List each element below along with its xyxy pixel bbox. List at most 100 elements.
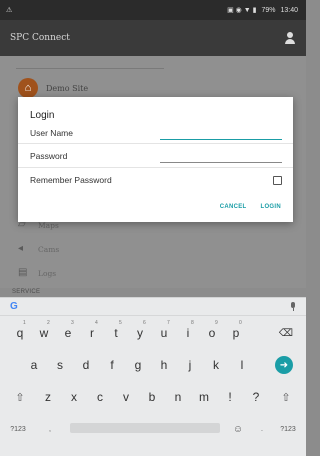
site-row[interactable]: ⌂ Demo Site xyxy=(18,78,88,98)
suggestion-strip: G xyxy=(0,298,306,316)
username-row: User Name xyxy=(30,123,282,143)
dialog-title: Login xyxy=(30,110,55,121)
keyboard-row-2: a s d f g h j k l ➜ xyxy=(0,350,306,380)
key-label: ? xyxy=(252,390,260,404)
key-c[interactable]: c xyxy=(86,382,114,412)
key-label: q xyxy=(16,326,24,340)
key-label: h xyxy=(160,358,168,372)
person-icon[interactable] xyxy=(284,32,296,44)
key-label: j xyxy=(188,358,192,372)
key-p[interactable]: p0 xyxy=(222,318,250,348)
key-label: v xyxy=(123,390,129,404)
divider xyxy=(18,167,293,168)
cancel-button[interactable]: CANCEL xyxy=(220,204,247,210)
clock: 13:40 xyxy=(280,6,298,14)
key-label: p xyxy=(232,326,240,340)
key-label: n xyxy=(174,390,182,404)
key-hint: 0 xyxy=(239,320,242,326)
symbols-key-right[interactable]: ?123 xyxy=(274,414,302,444)
login-button[interactable]: LOGIN xyxy=(261,204,282,210)
key-label: s xyxy=(57,358,63,372)
key-a[interactable]: a xyxy=(20,350,48,380)
key-f[interactable]: f xyxy=(98,350,126,380)
key-label: o xyxy=(208,326,216,340)
enter-arrow-icon: ➜ xyxy=(275,356,293,374)
menu-item-label: Logs xyxy=(38,268,57,278)
enter-key[interactable]: ➜ xyxy=(270,350,298,380)
key-k[interactable]: k xyxy=(202,350,230,380)
menu-item-cams[interactable]: ◂ Cams xyxy=(18,244,59,254)
key-z[interactable]: z xyxy=(34,382,62,412)
key-label: ?123 xyxy=(280,425,296,433)
password-row: Password xyxy=(30,146,282,166)
username-input[interactable] xyxy=(160,126,282,140)
key-m[interactable]: m xyxy=(190,382,218,412)
keyboard-row-3: ⇧ z x c v b n m ! ? ⇧ xyxy=(0,382,306,412)
password-input[interactable] xyxy=(160,149,282,163)
key-label: c xyxy=(97,390,103,404)
remember-row: Remember Password xyxy=(30,170,282,190)
password-label: Password xyxy=(30,151,68,161)
key-d[interactable]: d xyxy=(72,350,100,380)
key-label: a xyxy=(30,358,38,372)
key-x[interactable]: x xyxy=(60,382,88,412)
camera-icon: ◂ xyxy=(18,243,24,254)
section-label: SERVICE xyxy=(12,289,41,295)
key-h[interactable]: h xyxy=(150,350,178,380)
signal-icons: ▣ ◉ ▼ ▮ xyxy=(227,7,257,14)
shift-key[interactable]: ⇧ xyxy=(6,382,34,412)
key-label: w xyxy=(39,326,49,340)
key-hint: 8 xyxy=(191,320,194,326)
log-icon: ▤ xyxy=(18,267,28,278)
backspace-key[interactable]: ⌫ xyxy=(272,318,300,348)
menu-item-label: Cams xyxy=(38,244,60,254)
key-v[interactable]: v xyxy=(112,382,140,412)
key-hint: 4 xyxy=(95,320,98,326)
shift-icon: ⇧ xyxy=(15,391,25,404)
backspace-icon: ⌫ xyxy=(278,327,294,339)
remember-checkbox[interactable] xyxy=(273,175,282,185)
shift-key-right[interactable]: ⇧ xyxy=(272,382,300,412)
battery-percent: 79% xyxy=(261,6,276,14)
key-label: e xyxy=(64,326,72,340)
key-b[interactable]: b xyxy=(138,382,166,412)
notification-icon: ⚠ xyxy=(6,7,13,14)
key-label: d xyxy=(82,358,90,372)
key-exclaim[interactable]: ! xyxy=(216,382,244,412)
key-hint: 7 xyxy=(167,320,170,326)
key-label: x xyxy=(71,390,77,404)
key-label: k xyxy=(213,358,219,372)
key-g[interactable]: g xyxy=(124,350,152,380)
key-label: u xyxy=(160,326,168,340)
key-question[interactable]: ? xyxy=(242,382,270,412)
spacebar[interactable] xyxy=(70,423,220,433)
key-label: l xyxy=(240,358,244,372)
comma-key[interactable]: , xyxy=(36,414,64,444)
emoji-icon: ☺ xyxy=(232,423,244,435)
menu-item-logs[interactable]: ▤ Logs xyxy=(18,268,56,278)
key-hint: 6 xyxy=(143,320,146,326)
period-key[interactable]: . xyxy=(248,414,276,444)
symbols-key[interactable]: ?123 xyxy=(4,414,32,444)
key-label: , xyxy=(49,425,51,433)
shift-icon: ⇧ xyxy=(281,391,291,404)
username-label: User Name xyxy=(30,128,73,138)
key-label: y xyxy=(137,326,143,340)
home-icon: ⌂ xyxy=(18,78,38,98)
mic-icon[interactable] xyxy=(290,302,296,311)
key-hint: 1 xyxy=(23,320,26,326)
key-hint: 2 xyxy=(47,320,50,326)
key-hint: 5 xyxy=(119,320,122,326)
key-label: b xyxy=(148,390,156,404)
status-bar: ⚠ ▣ ◉ ▼ ▮ 79% 13:40 xyxy=(0,0,306,20)
soft-keyboard: G q1 w2 e3 r4 t5 y6 u7 i8 o9 p0 ⌫ a s d … xyxy=(0,297,306,456)
key-l[interactable]: l xyxy=(228,350,256,380)
key-n[interactable]: n xyxy=(164,382,192,412)
divider xyxy=(18,143,293,144)
key-label: g xyxy=(134,358,142,372)
key-j[interactable]: j xyxy=(176,350,204,380)
google-g-icon[interactable]: G xyxy=(10,301,18,312)
key-s[interactable]: s xyxy=(46,350,74,380)
site-name: Demo Site xyxy=(46,83,89,93)
dialog-actions: CANCEL LOGIN xyxy=(220,204,281,210)
